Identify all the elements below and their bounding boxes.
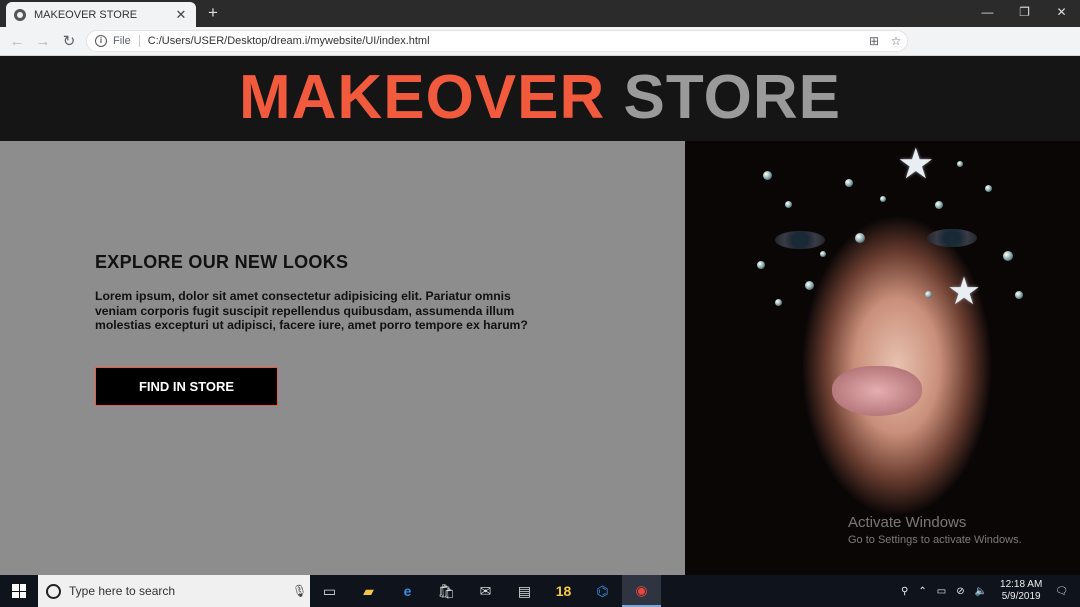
taskbar: Type here to search 🎙 ▭ ▰ e 🛍 ✉ ▤ 18 ⌬ ◉… bbox=[0, 575, 1080, 607]
task-view-icon[interactable]: ▭ bbox=[310, 575, 349, 607]
restore-icon[interactable]: ❐ bbox=[1006, 0, 1043, 24]
gem bbox=[775, 299, 782, 306]
clock-time: 12:18 AM bbox=[1000, 579, 1043, 590]
globe-icon bbox=[14, 8, 26, 21]
clock-date: 5/9/2019 bbox=[1001, 591, 1041, 602]
cortana-icon bbox=[46, 583, 61, 599]
vscode-icon[interactable]: ⌬ bbox=[583, 575, 622, 607]
store-icon[interactable]: 🛍 bbox=[427, 575, 466, 607]
new-tab-button[interactable]: + bbox=[204, 3, 222, 23]
battery-icon[interactable]: ▭ bbox=[932, 586, 951, 597]
activate-windows-subtitle: Go to Settings to activate Windows. bbox=[848, 534, 1022, 546]
back-icon[interactable]: ← bbox=[4, 33, 30, 50]
gem bbox=[880, 196, 886, 202]
microphone-icon[interactable]: 🎙 bbox=[292, 584, 310, 598]
gem bbox=[820, 251, 826, 257]
browser-tab[interactable]: MAKEOVER STORE ✕ bbox=[6, 2, 196, 27]
gem bbox=[935, 201, 943, 209]
star-gem: ★ bbox=[947, 271, 982, 313]
gem bbox=[1003, 251, 1013, 261]
tab-strip: MAKEOVER STORE ✕ + — ❐ ✕ bbox=[0, 0, 1080, 27]
document-app-icon[interactable]: ▤ bbox=[505, 575, 544, 607]
gem bbox=[855, 233, 865, 243]
site-header: MAKEOVER STORE bbox=[0, 56, 1080, 141]
site-logo[interactable]: MAKEOVER STORE bbox=[0, 56, 1080, 140]
close-window-icon[interactable]: ✕ bbox=[1043, 0, 1080, 24]
start-button[interactable] bbox=[0, 575, 38, 607]
app-badge-icon[interactable]: 18 bbox=[544, 575, 583, 607]
address-scheme: File bbox=[113, 35, 140, 47]
notifications-icon[interactable]: 🗨 bbox=[1050, 586, 1080, 597]
brand-primary: MAKEOVER bbox=[239, 63, 606, 132]
gem bbox=[757, 261, 765, 269]
hero-image: ★ ★ bbox=[685, 141, 1080, 575]
address-bar[interactable]: i File C:/Users/USER/Desktop/dream.i/myw… bbox=[86, 30, 908, 52]
close-tab-icon[interactable]: ✕ bbox=[174, 7, 188, 23]
windows-logo-icon bbox=[12, 584, 26, 598]
people-icon[interactable]: ⚲ bbox=[896, 586, 913, 597]
gem bbox=[785, 201, 792, 208]
reload-icon[interactable]: ↻ bbox=[56, 32, 82, 50]
window-controls: — ❐ ✕ bbox=[969, 0, 1080, 27]
file-explorer-icon[interactable]: ▰ bbox=[349, 575, 388, 607]
clock[interactable]: 12:18 AM 5/9/2019 bbox=[992, 579, 1050, 603]
star-gem: ★ bbox=[897, 141, 935, 187]
activate-windows-title: Activate Windows bbox=[848, 514, 967, 531]
browser-toolbar: ← → ↻ i File C:/Users/USER/Desktop/dream… bbox=[0, 27, 1080, 75]
show-hidden-icons[interactable]: ⌃ bbox=[913, 586, 931, 597]
forward-icon[interactable]: → bbox=[30, 33, 56, 50]
info-icon[interactable]: i bbox=[95, 35, 107, 47]
hero-text-panel: EXPLORE OUR NEW LOOKS Lorem ipsum, dolor… bbox=[0, 141, 685, 575]
search-placeholder: Type here to search bbox=[69, 584, 176, 598]
find-in-store-button[interactable]: FIND IN STORE bbox=[95, 367, 278, 406]
address-url[interactable]: C:/Users/USER/Desktop/dream.i/mywebsite/… bbox=[148, 35, 863, 47]
system-tray: ⚲ ⌃ ▭ ⊘ 🔈 12:18 AM 5/9/2019 🗨 bbox=[896, 575, 1080, 607]
tab-title: MAKEOVER STORE bbox=[34, 8, 138, 21]
gem bbox=[805, 281, 814, 290]
face-eye bbox=[927, 229, 977, 247]
gem bbox=[1015, 291, 1023, 299]
face-lips bbox=[832, 366, 922, 416]
hero-paragraph: Lorem ipsum, dolor sit amet consectetur … bbox=[95, 289, 528, 332]
face-eye bbox=[775, 231, 825, 249]
volume-icon[interactable]: 🔈 bbox=[970, 586, 992, 597]
brand-secondary: STORE bbox=[623, 63, 841, 132]
minimize-icon[interactable]: — bbox=[969, 0, 1006, 24]
gem bbox=[985, 185, 992, 192]
translate-icon[interactable]: ⊞ bbox=[863, 34, 885, 48]
chrome-icon[interactable]: ◉ bbox=[622, 575, 661, 607]
hero-heading: EXPLORE OUR NEW LOOKS bbox=[95, 252, 349, 272]
network-icon[interactable]: ⊘ bbox=[951, 586, 969, 597]
bookmark-star-icon[interactable]: ☆ bbox=[885, 34, 907, 48]
gem bbox=[845, 179, 853, 187]
gem bbox=[957, 161, 963, 167]
edge-icon[interactable]: e bbox=[388, 575, 427, 607]
gem bbox=[925, 291, 932, 298]
web-page: MAKEOVER STORE EXPLORE OUR NEW LOOKS Lor… bbox=[0, 56, 1080, 575]
mail-icon[interactable]: ✉ bbox=[466, 575, 505, 607]
taskbar-search[interactable]: Type here to search 🎙 bbox=[38, 575, 310, 607]
gem bbox=[763, 171, 772, 180]
